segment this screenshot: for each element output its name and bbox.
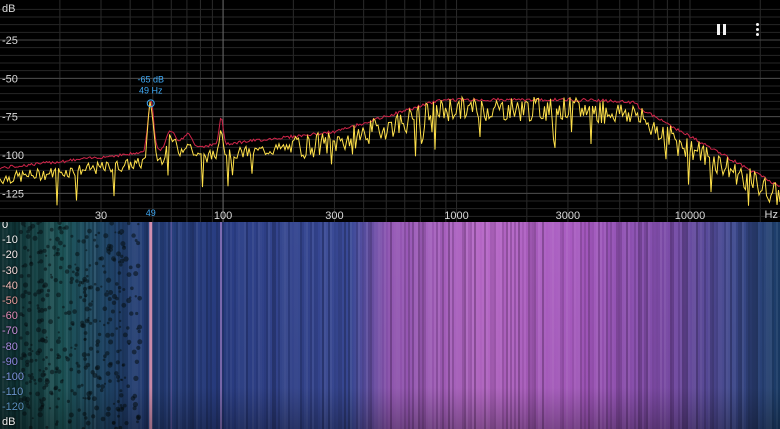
spectrum-svg[interactable]: dB -25 -50 -75 -100 -125 30 100 300 1000 3000 100… <box>0 0 780 222</box>
x-tick-label: 1000 <box>444 210 468 222</box>
level-label: -90 <box>2 355 18 368</box>
x-tick-label: 3000 <box>556 210 580 222</box>
y-tick-label: -75 <box>2 112 18 124</box>
pause-button[interactable] <box>712 18 730 40</box>
peak-marker-db: -65 dB <box>137 74 164 84</box>
y-tick-label: -50 <box>2 73 18 85</box>
level-label: -80 <box>2 340 18 353</box>
y-tick-label: -25 <box>2 35 18 47</box>
spectrum-analyzer-app: dB -25 -50 -75 -100 -125 30 100 300 1000 3000 100… <box>0 0 780 429</box>
grid <box>0 0 780 222</box>
level-label: -30 <box>2 264 18 277</box>
level-label: -40 <box>2 279 18 292</box>
x-tick-label: 300 <box>325 210 343 222</box>
x-tick-label: 100 <box>214 210 232 222</box>
level-label: -110 <box>2 386 24 399</box>
toolbar <box>712 18 766 40</box>
more-options-button[interactable] <box>748 18 766 40</box>
spectrum-plot[interactable]: dB -25 -50 -75 -100 -125 30 100 300 1000 3000 100… <box>0 0 780 222</box>
level-label: -120 <box>2 401 25 414</box>
level-label: 0 <box>2 222 9 231</box>
pause-icon <box>716 23 726 35</box>
spectrogram[interactable]: 0 -10 -20 -30 -40 -50 -60 -70 -80 -90 -100 -110 -120… <box>0 222 780 429</box>
y-axis-unit: dB <box>2 3 15 15</box>
more-vert-icon <box>755 22 759 36</box>
level-label: -50 <box>2 295 18 307</box>
peak-marker-freq-label: 49 <box>146 208 156 218</box>
peak-hold-trace <box>0 97 780 187</box>
level-label: -60 <box>2 310 18 323</box>
y-tick-label: -125 <box>2 188 24 200</box>
y-tick-label: -100 <box>2 150 24 162</box>
level-label: -100 <box>2 371 25 383</box>
level-label: -20 <box>2 249 18 262</box>
level-label: -10 <box>2 234 18 247</box>
level-label: -70 <box>2 325 18 338</box>
live-spectrum-trace <box>0 95 780 206</box>
x-tick-label: 10000 <box>675 210 706 222</box>
x-tick-label: 30 <box>95 210 107 222</box>
peak-marker-hz: 49 Hz <box>139 85 163 95</box>
x-axis-unit: Hz <box>764 209 778 221</box>
spectrogram-svg <box>0 222 780 429</box>
level-unit: dB <box>2 416 16 428</box>
peak-marker[interactable]: -65 dB 49 Hz 49 <box>137 74 164 218</box>
